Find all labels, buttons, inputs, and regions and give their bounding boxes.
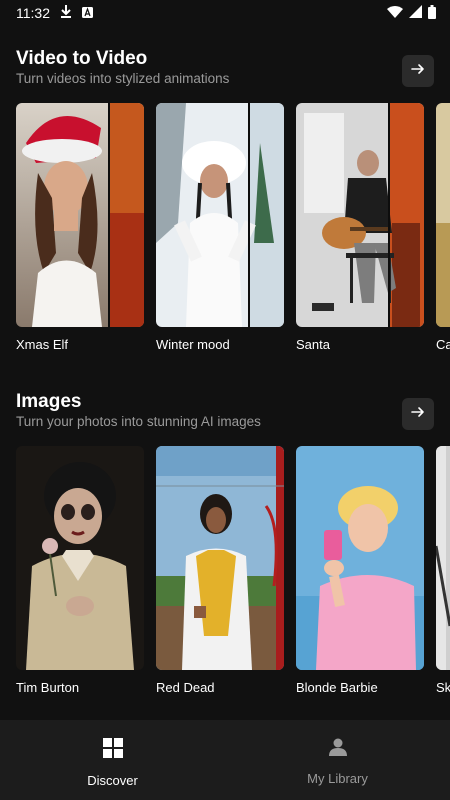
grid-icon [102,738,123,763]
card-label: Blonde Barbie [296,680,378,695]
video-thumbnail [296,103,424,327]
battery-icon [428,4,436,22]
card-label: Sk [436,680,450,695]
card-label: Xmas Elf [16,337,69,352]
card-label: Red Dead [156,680,215,695]
section-subtitle: Turn your photos into stunning AI images [16,414,261,429]
wifi-icon [387,5,403,21]
bottom-navigation: Discover My Library [0,720,450,800]
status-time: 11:32 [16,5,50,21]
nav-my-library[interactable]: My Library [225,720,450,800]
nav-label: My Library [307,771,368,786]
image-thumbnail [16,446,144,670]
card-label: Ca [436,337,450,352]
section-subtitle: Turn videos into stylized animations [16,71,230,86]
section-title: Video to Video [16,48,148,69]
image-thumbnail [296,446,424,670]
download-icon [60,5,72,21]
video-thumbnail [16,103,144,327]
video-thumbnail [156,103,284,327]
image-card[interactable]: Tim Burton [16,446,144,695]
nav-label: Discover [87,773,138,788]
image-card[interactable]: Sk [436,446,450,695]
image-card[interactable]: Blonde Barbie [296,446,424,695]
status-bar: 11:32 [0,0,450,26]
video-row: Xmas Elf Winter mood Santa Ca [0,103,450,363]
nav-discover[interactable]: Discover [0,720,225,800]
app-notification-icon [82,5,93,21]
see-all-images-button[interactable] [402,398,434,430]
arrow-right-icon [411,62,425,81]
images-row: Tim Burton Red Dead Blonde Barbie Sk [0,446,450,706]
video-card[interactable]: Xmas Elf [16,103,144,352]
signal-icon [409,5,422,21]
card-label: Winter mood [156,337,230,352]
image-thumbnail [436,446,450,670]
image-thumbnail [156,446,284,670]
see-all-video-button[interactable] [402,55,434,87]
video-card[interactable]: Santa [296,103,424,352]
video-thumbnail [436,103,450,327]
video-card[interactable]: Ca [436,103,450,352]
card-label: Santa [296,337,330,352]
section-title: Images [16,391,82,412]
image-card[interactable]: Red Dead [156,446,284,695]
person-icon [328,738,347,761]
card-label: Tim Burton [16,680,80,695]
arrow-right-icon [411,405,425,424]
video-card[interactable]: Winter mood [156,103,284,352]
